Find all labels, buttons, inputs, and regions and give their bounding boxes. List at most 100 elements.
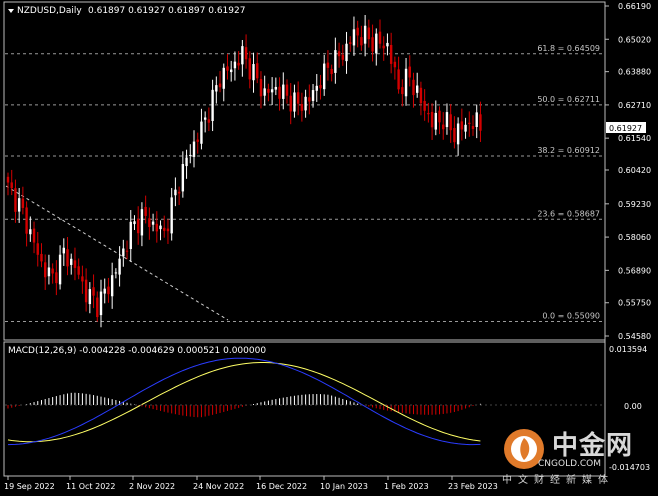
candle-body[interactable]	[438, 110, 441, 123]
candle-body[interactable]	[51, 268, 54, 274]
candle-body[interactable]	[274, 86, 278, 90]
candle-body[interactable]	[386, 42, 389, 47]
candle-body[interactable]	[21, 198, 25, 208]
candle-body[interactable]	[62, 247, 65, 254]
candle-body[interactable]	[416, 85, 419, 93]
candle-body[interactable]	[118, 258, 121, 275]
candle-body[interactable]	[215, 85, 218, 92]
candle-body[interactable]	[468, 122, 471, 124]
candle-body[interactable]	[382, 45, 385, 49]
candle-body[interactable]	[460, 121, 464, 130]
candle-body[interactable]	[151, 221, 155, 225]
candle-body[interactable]	[464, 124, 467, 132]
candle-body[interactable]	[285, 84, 289, 96]
candle-body[interactable]	[14, 188, 17, 212]
candle-body[interactable]	[360, 37, 363, 46]
candle-body[interactable]	[84, 279, 88, 303]
candle-body[interactable]	[300, 104, 304, 111]
candle-body[interactable]	[230, 69, 233, 73]
candle-body[interactable]	[270, 89, 274, 93]
dropdown-arrow-icon[interactable]	[8, 9, 14, 13]
candle-body[interactable]	[401, 87, 404, 95]
trend-lines[interactable]	[5, 185, 229, 321]
candle-body[interactable]	[185, 157, 188, 167]
candle-body[interactable]	[453, 127, 456, 143]
candle-body[interactable]	[456, 123, 460, 145]
candle-body[interactable]	[129, 221, 132, 250]
candle-body[interactable]	[222, 67, 225, 89]
candle-body[interactable]	[442, 124, 445, 130]
candle-body[interactable]	[479, 114, 482, 131]
candle-body[interactable]	[58, 254, 62, 285]
candle-body[interactable]	[323, 63, 326, 90]
candle-body[interactable]	[330, 68, 333, 75]
candle-body[interactable]	[137, 219, 140, 234]
candle-body[interactable]	[352, 29, 356, 46]
candle-body[interactable]	[73, 260, 77, 268]
candle-body[interactable]	[326, 62, 330, 68]
candle-body[interactable]	[419, 87, 423, 104]
candle-body[interactable]	[55, 272, 58, 284]
candle-body[interactable]	[177, 191, 181, 194]
candle-body[interactable]	[174, 189, 177, 196]
candle-body[interactable]	[430, 111, 434, 128]
candle-body[interactable]	[92, 287, 95, 296]
candle-body[interactable]	[133, 221, 136, 225]
candle-body[interactable]	[233, 61, 237, 69]
candle-body[interactable]	[296, 92, 300, 104]
candle-body[interactable]	[293, 92, 296, 112]
candle-body[interactable]	[66, 249, 69, 267]
candle-body[interactable]	[40, 253, 43, 262]
candle-body[interactable]	[170, 197, 173, 234]
candle-body[interactable]	[363, 25, 367, 44]
candle-body[interactable]	[110, 275, 114, 297]
candle-body[interactable]	[47, 267, 51, 277]
candle-body[interactable]	[159, 225, 162, 230]
candle-body[interactable]	[155, 223, 158, 232]
candle-body[interactable]	[107, 286, 110, 295]
candle-body[interactable]	[471, 125, 475, 129]
candle-body[interactable]	[70, 258, 73, 265]
candle-body[interactable]	[114, 272, 118, 274]
candle-body[interactable]	[427, 113, 430, 115]
candle-body[interactable]	[122, 248, 125, 257]
candle-body[interactable]	[211, 89, 214, 122]
candle-body[interactable]	[166, 228, 170, 232]
candle-body[interactable]	[337, 51, 341, 57]
candle-body[interactable]	[196, 139, 199, 142]
candle-body[interactable]	[36, 243, 39, 255]
candle-body[interactable]	[203, 117, 207, 120]
candle-body[interactable]	[32, 228, 36, 243]
candle-body[interactable]	[367, 27, 371, 40]
candle-body[interactable]	[371, 37, 374, 52]
candle-body[interactable]	[259, 78, 263, 97]
candle-body[interactable]	[77, 266, 80, 275]
candle-body[interactable]	[25, 207, 28, 234]
candle-body[interactable]	[378, 31, 382, 44]
candle-body[interactable]	[397, 69, 400, 90]
candle-body[interactable]	[103, 288, 106, 294]
fibonacci-levels[interactable]: 61.8 = 0.64509 50.0 = 0.62711 38.2 = 0.609…	[5, 44, 605, 323]
candle-body[interactable]	[278, 86, 281, 99]
candle-body[interactable]	[200, 121, 203, 144]
candle-body[interactable]	[29, 229, 32, 235]
candle-body[interactable]	[423, 100, 426, 111]
candle-body[interactable]	[389, 44, 393, 64]
candle-body[interactable]	[449, 114, 452, 131]
candle-body[interactable]	[434, 112, 437, 130]
candle-body[interactable]	[311, 90, 315, 101]
candle-body[interactable]	[181, 164, 185, 192]
candle-body[interactable]	[88, 289, 92, 305]
candle-body[interactable]	[256, 63, 259, 79]
candle-body[interactable]	[349, 42, 352, 44]
candle-body[interactable]	[475, 112, 478, 127]
candle-body[interactable]	[356, 27, 359, 36]
candle-body[interactable]	[412, 79, 415, 96]
candle-body[interactable]	[393, 61, 397, 68]
candle-body[interactable]	[163, 227, 166, 231]
candle-body[interactable]	[289, 95, 292, 112]
candle-body[interactable]	[263, 88, 266, 96]
candle-body[interactable]	[10, 182, 13, 189]
candle-body[interactable]	[345, 43, 348, 62]
candle-body[interactable]	[192, 141, 196, 157]
